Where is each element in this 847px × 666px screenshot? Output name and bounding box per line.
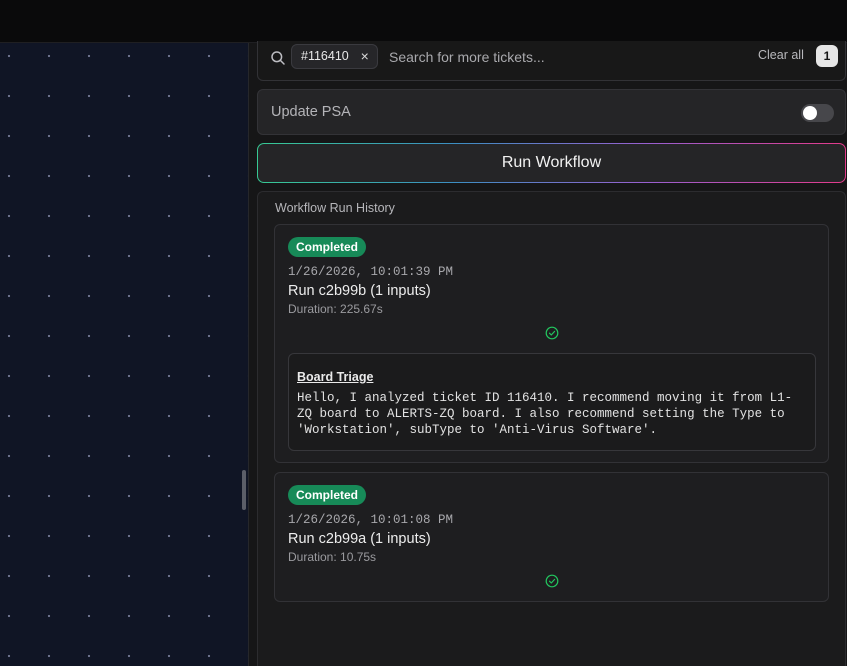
run-card: Completed 1/26/2026, 10:01:39 PM Run c2b…	[274, 224, 829, 463]
top-bar	[0, 0, 847, 43]
run-timestamp: 1/26/2026, 10:01:39 PM	[288, 265, 454, 279]
run-name: Run c2b99a (1 inputs)	[288, 531, 431, 547]
update-psa-row: Update PSA	[257, 89, 846, 135]
step-output-box: Board Triage Hello, I analyzed ticket ID…	[288, 353, 816, 451]
clear-all-button[interactable]: Clear all	[758, 48, 804, 62]
selected-count-badge: 1	[816, 45, 838, 67]
ticket-search-input[interactable]	[389, 46, 719, 68]
workflow-run-history: Workflow Run History Completed 1/26/2026…	[257, 191, 846, 666]
close-icon[interactable]: ×	[361, 45, 369, 68]
search-icon	[271, 51, 285, 65]
step-title[interactable]: Board Triage	[297, 370, 373, 384]
run-workflow-button[interactable]: Run Workflow	[257, 143, 846, 183]
run-name: Run c2b99b (1 inputs)	[288, 283, 431, 299]
run-duration: Duration: 225.67s	[288, 302, 383, 316]
status-badge: Completed	[288, 237, 367, 257]
update-psa-label: Update PSA	[271, 104, 351, 120]
ticket-chip-label: #116410	[301, 49, 349, 63]
history-title: Workflow Run History	[275, 201, 395, 215]
ticket-search-bar: #116410 × Clear all 1	[257, 41, 846, 81]
toggle-knob	[803, 106, 817, 120]
run-card: Completed 1/26/2026, 10:01:08 PM Run c2b…	[274, 472, 829, 602]
check-circle-icon	[545, 574, 559, 588]
run-duration: Duration: 10.75s	[288, 550, 377, 564]
check-circle-icon	[545, 326, 559, 340]
run-timestamp: 1/26/2026, 10:01:08 PM	[288, 513, 454, 527]
workflow-side-panel: #116410 × Clear all 1 Update PSA Run Wor…	[249, 41, 847, 666]
update-psa-toggle[interactable]	[801, 104, 834, 122]
panel-resize-handle[interactable]	[242, 470, 246, 510]
step-output-text: Hello, I analyzed ticket ID 116410. I re…	[297, 391, 793, 437]
workflow-canvas[interactable]	[0, 43, 248, 666]
status-badge: Completed	[288, 485, 367, 505]
ticket-chip: #116410 ×	[291, 44, 378, 69]
